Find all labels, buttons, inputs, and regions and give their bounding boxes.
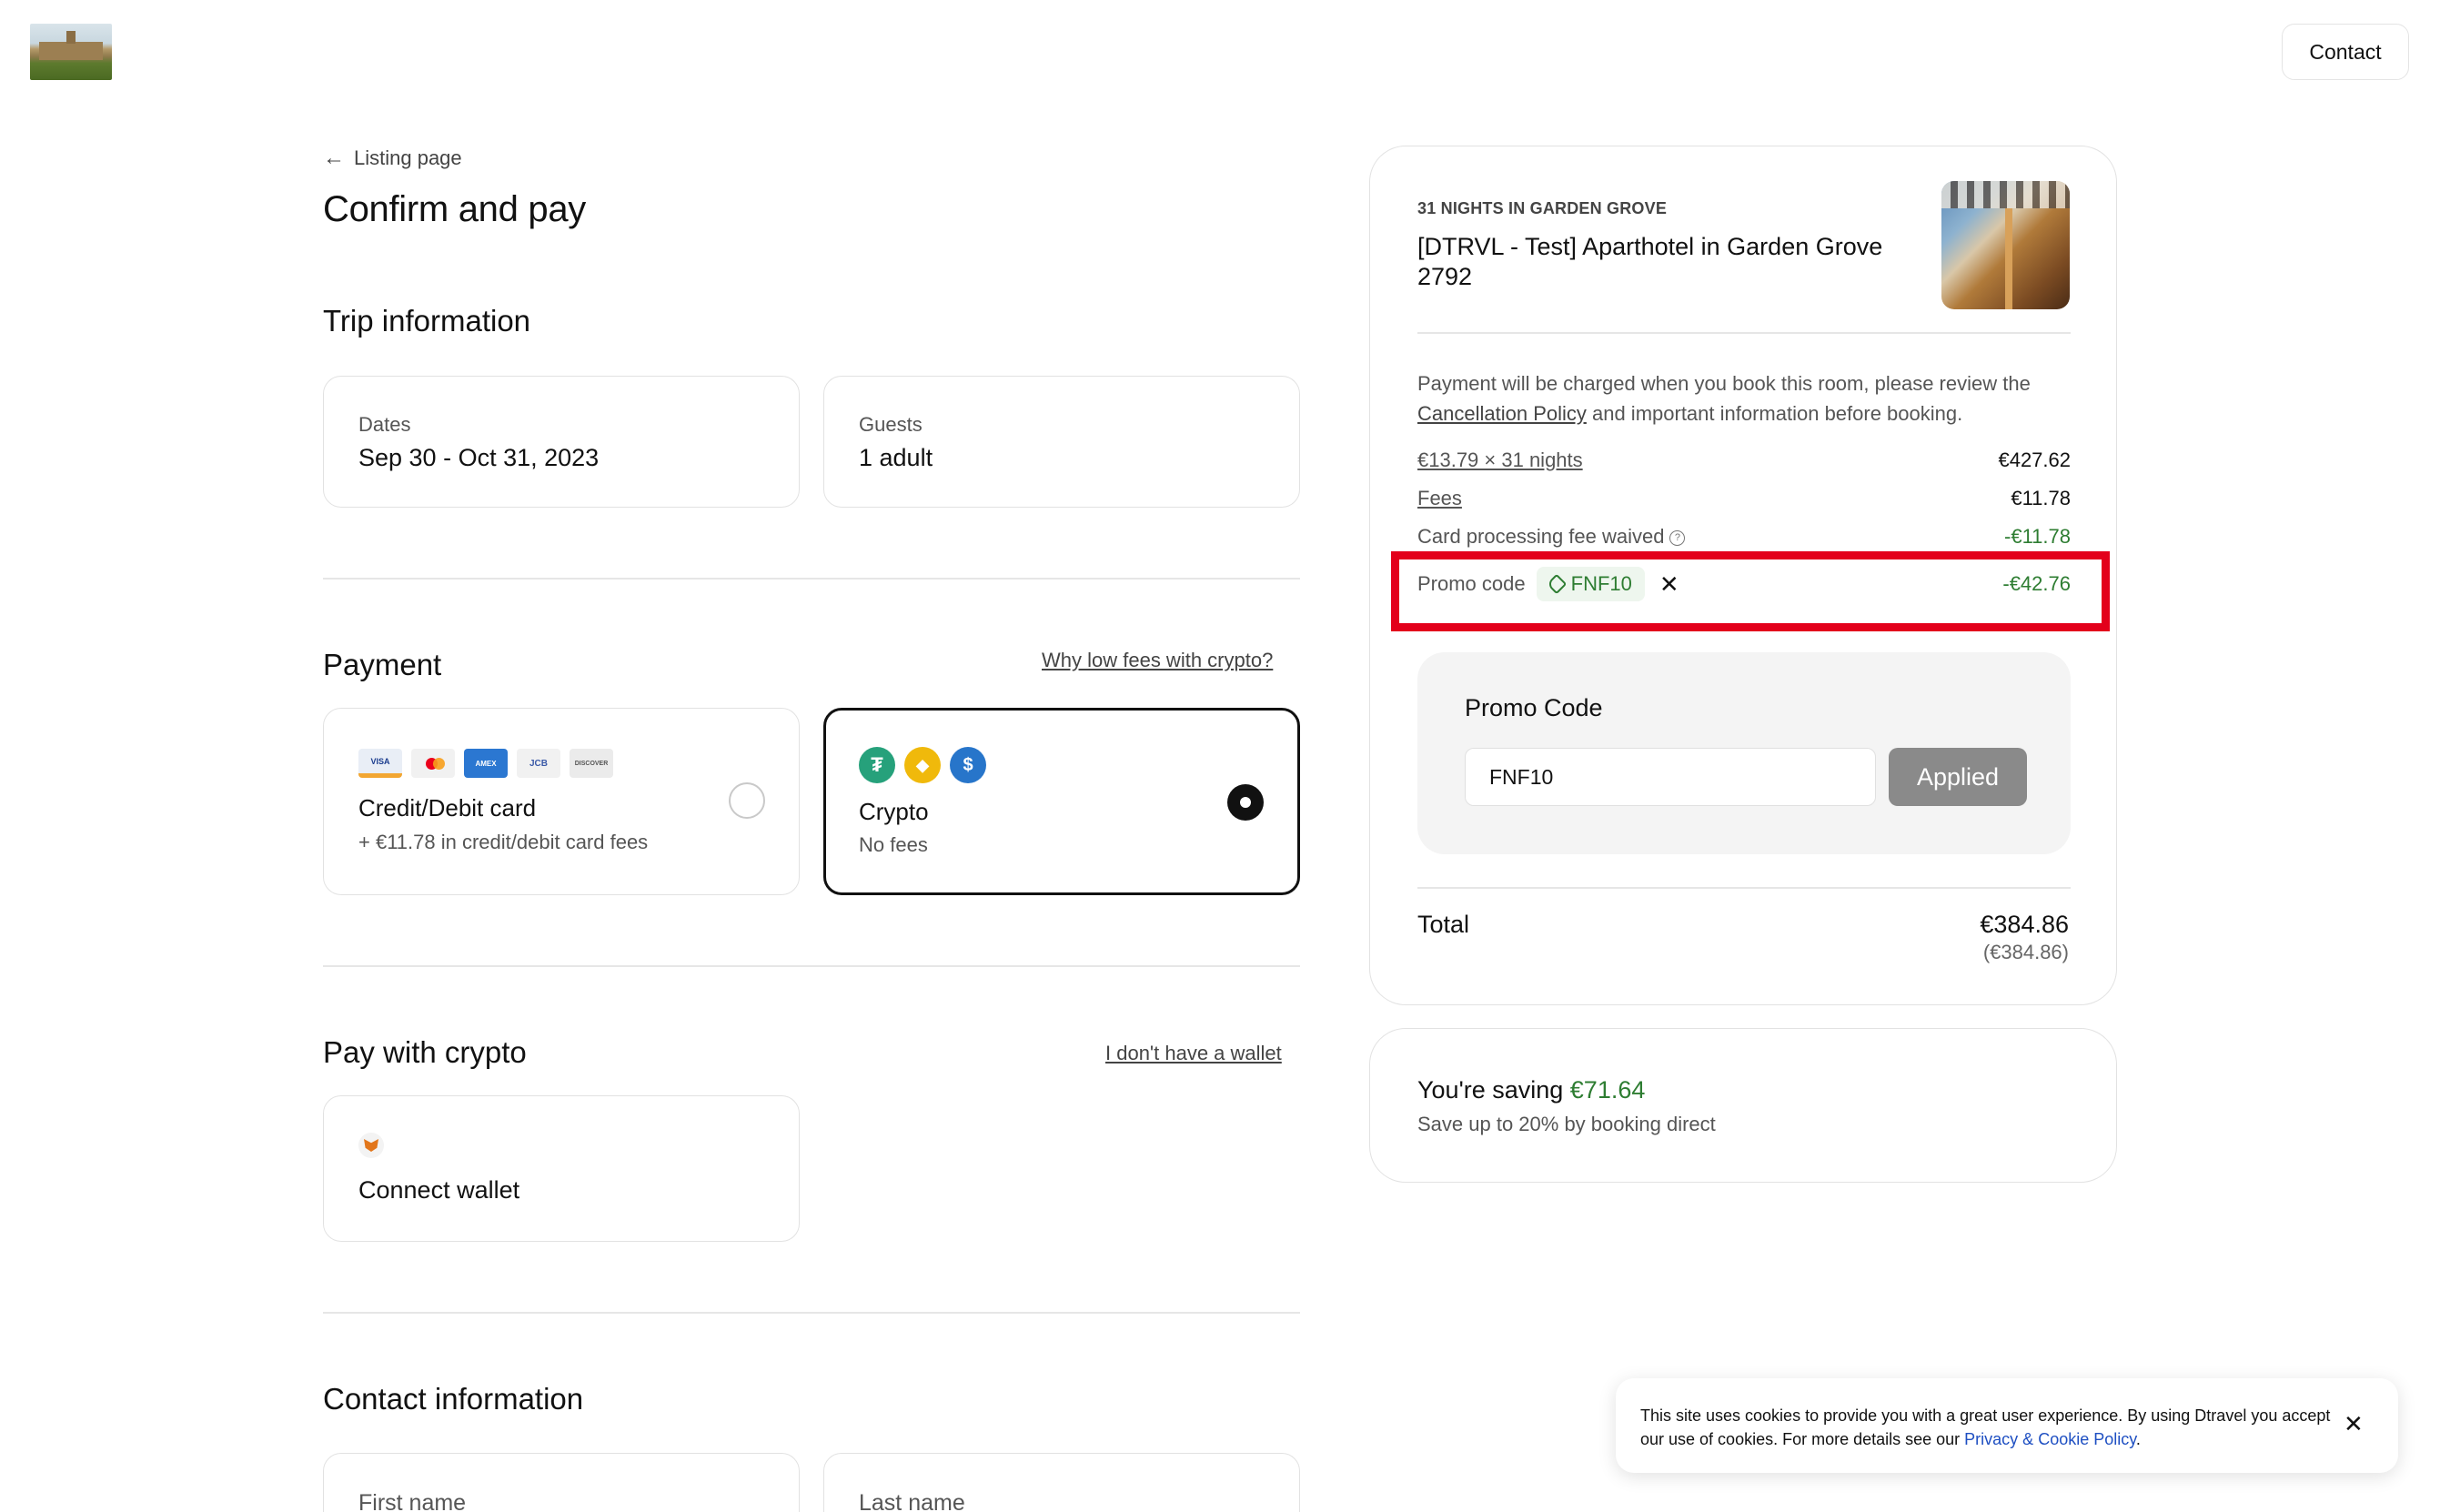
last-name-field[interactable]: Last name: [823, 1453, 1300, 1512]
promo-box-title: Promo Code: [1465, 694, 1603, 721]
visa-icon: VISA: [358, 749, 402, 778]
metamask-icon: [358, 1133, 384, 1158]
fees-row: Fees €11.78: [1417, 487, 2071, 510]
payment-notice: Payment will be charged when you book th…: [1417, 368, 2082, 428]
first-name-field[interactable]: First name: [323, 1453, 800, 1512]
amex-icon: AMEX: [464, 749, 508, 778]
privacy-policy-link[interactable]: Privacy & Cookie Policy: [1964, 1430, 2136, 1448]
total-amount: €384.86: [1980, 911, 2069, 938]
saving-subtitle: Save up to 20% by booking direct: [1417, 1113, 1716, 1135]
contact-button[interactable]: Contact: [2282, 24, 2409, 80]
mastercard-icon: [411, 749, 455, 778]
saving-card: You're saving €71.64 Save up to 20% by b…: [1369, 1028, 2117, 1183]
applied-button[interactable]: Applied: [1889, 748, 2027, 806]
site-logo[interactable]: [30, 24, 112, 80]
card-option-fee: + €11.78 in credit/debit card fees: [358, 831, 649, 853]
crypto-coin-icons: ₮ ◆ $: [859, 747, 986, 783]
discover-icon: DISCOVER: [570, 749, 613, 778]
first-name-label: First name: [358, 1490, 467, 1512]
connect-wallet-card[interactable]: Connect wallet: [323, 1095, 800, 1242]
summary-divider: [1417, 332, 2071, 334]
card-option-label: Credit/Debit card: [358, 794, 537, 822]
saving-title: You're saving €71.64: [1417, 1076, 1645, 1104]
waived-label: Card processing fee waived?: [1417, 525, 1686, 549]
summary-divider: [1417, 887, 2071, 889]
cookie-banner: This site uses cookies to provide you wi…: [1616, 1378, 2398, 1473]
promo-code-box: Promo Code FNF10 Applied: [1417, 652, 2071, 854]
close-cookie-icon[interactable]: ✕: [2344, 1410, 2364, 1438]
promo-highlight-box: [1391, 551, 2110, 631]
page-title: Confirm and pay: [323, 189, 586, 229]
saving-prefix: You're saving: [1417, 1076, 1570, 1104]
divider: [323, 965, 1300, 967]
crypto-option-label: Crypto: [859, 798, 929, 825]
promo-code-input[interactable]: FNF10: [1465, 748, 1876, 806]
guests-label: Guests: [859, 413, 923, 436]
guests-value: 1 adult: [859, 444, 933, 471]
rate-amount: €427.62: [1998, 449, 2071, 471]
saving-amount: €71.64: [1569, 1076, 1646, 1104]
fees-amount: €11.78: [2011, 487, 2071, 509]
rate-row: €13.79 × 31 nights €427.62: [1417, 449, 2071, 472]
cookie-text: This site uses cookies to provide you wi…: [1640, 1404, 2332, 1451]
crypto-payment-option[interactable]: ₮ ◆ $ Crypto No fees: [823, 708, 1300, 895]
cancellation-policy-link[interactable]: Cancellation Policy: [1417, 402, 1587, 425]
help-icon[interactable]: ?: [1669, 529, 1686, 546]
cookie-end: .: [2135, 1430, 2141, 1448]
jcb-icon: JCB: [517, 749, 560, 778]
last-name-label: Last name: [859, 1490, 965, 1512]
waived-amount: -€11.78: [2004, 525, 2071, 548]
dates-label: Dates: [358, 413, 411, 436]
payment-title: Payment: [323, 648, 442, 681]
card-radio[interactable]: [729, 782, 765, 819]
busd-icon: ◆: [904, 747, 941, 783]
guests-card[interactable]: Guests 1 adult: [823, 376, 1300, 508]
card-brand-icons: VISA AMEX JCB DISCOVER: [358, 749, 613, 778]
card-payment-option[interactable]: VISA AMEX JCB DISCOVER Credit/Debit card…: [323, 708, 800, 895]
divider: [323, 1312, 1300, 1314]
crypto-option-fee: No fees: [859, 833, 928, 856]
dates-card[interactable]: Dates Sep 30 - Oct 31, 2023: [323, 376, 800, 508]
crypto-radio[interactable]: [1227, 784, 1264, 821]
pay-with-crypto-title: Pay with crypto: [323, 1035, 527, 1069]
trip-info-title: Trip information: [323, 304, 531, 338]
total-label: Total: [1417, 911, 1470, 938]
hotel-thumbnail: [1941, 181, 2070, 309]
notice-text: Payment will be charged when you book th…: [1417, 372, 2031, 395]
nights-caption: 31 NIGHTS IN GARDEN GROVE: [1417, 199, 1668, 217]
waived-label-text: Card processing fee waived: [1417, 525, 1665, 548]
back-to-listing-link[interactable]: ← Listing page: [323, 146, 462, 171]
contact-info-title: Contact information: [323, 1382, 584, 1416]
dates-value: Sep 30 - Oct 31, 2023: [358, 444, 600, 471]
waived-row: Card processing fee waived? -€11.78: [1417, 525, 2071, 549]
usdt-icon: ₮: [859, 747, 895, 783]
usdc-icon: $: [950, 747, 986, 783]
fees-label[interactable]: Fees: [1417, 487, 1462, 510]
connect-wallet-label: Connect wallet: [358, 1176, 520, 1204]
notice-text-end: and important information before booking…: [1586, 402, 1963, 425]
rate-label[interactable]: €13.79 × 31 nights: [1417, 449, 1583, 472]
why-low-fees-link[interactable]: Why low fees with crypto?: [1042, 649, 1273, 672]
no-wallet-link[interactable]: I don't have a wallet: [1105, 1042, 1282, 1065]
divider: [323, 578, 1300, 580]
arrow-left-icon: ←: [323, 146, 345, 170]
total-sub-amount: (€384.86): [1982, 941, 2069, 963]
hotel-name: [DTRVL - Test] Aparthotel in Garden Grov…: [1417, 233, 1883, 290]
back-link-label: Listing page: [354, 146, 462, 169]
